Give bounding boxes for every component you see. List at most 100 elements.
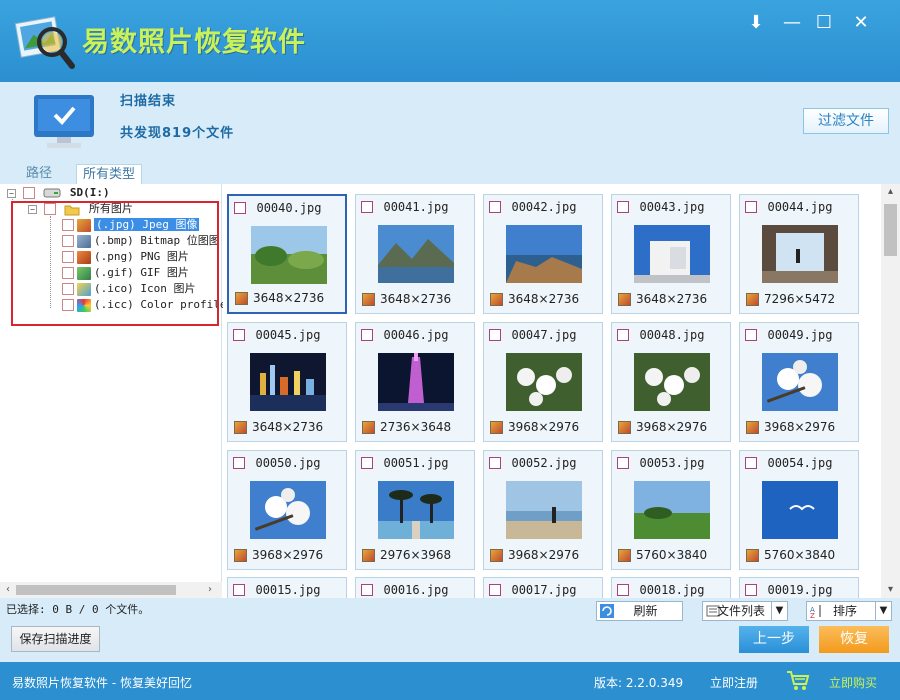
thumbnail-card[interactable]: 00050.jpg 3968×2976 [227,450,347,570]
photo-thumbnail [762,481,838,539]
thumbnail-card[interactable]: 00046.jpg 2736×3648 [355,322,475,442]
scroll-up-icon[interactable]: ▴ [881,184,900,200]
scroll-right-icon[interactable]: › [202,582,218,598]
cart-icon[interactable] [786,670,810,692]
file-name: 00053.jpg [639,456,705,470]
thumbnail-card[interactable]: 00019.jpg [739,577,859,598]
jpeg-icon [746,549,759,562]
photo-thumbnail [634,353,710,411]
chevron-down-icon[interactable]: ▼ [875,602,891,620]
grid-vertical-scrollbar[interactable]: ▴ ▾ [881,184,900,598]
thumbnail-card[interactable]: 00042.jpg 3648×2736 [483,194,603,314]
image-dimensions: 5760×3840 [764,548,836,562]
save-scan-progress-button[interactable]: 保存扫描进度 [11,626,100,652]
file-name: 00052.jpg [511,456,577,470]
view-mode-select[interactable]: 文件列表 ▼ [702,601,788,621]
recover-button[interactable]: 恢复 [819,626,889,653]
buy-now-link[interactable]: 立即购买 [829,674,877,691]
scroll-left-icon[interactable]: ‹ [0,582,16,598]
thumbnail-card[interactable]: 00053.jpg 5760×3840 [611,450,731,570]
app-logo-icon [14,16,75,69]
selection-info: 已选择: 0 B / 0 个文件。 [6,603,150,616]
tab-path[interactable]: 路径 [20,164,58,184]
thumbnail-grid: 00040.jpg 3648×2736 00041.jpg 3648×2736 0004… [223,184,881,598]
scroll-thumb[interactable] [16,585,176,595]
thumbnail-card[interactable]: 00018.jpg [611,577,731,598]
file-name: 00018.jpg [639,583,705,597]
footer-bar: 易数照片恢复软件 - 恢复美好回忆 版本: 2.2.0.349 立即注册 立即购… [0,662,900,700]
file-name: 00016.jpg [383,583,449,597]
thumbnail-card[interactable]: 00048.jpg 3968×2976 [611,322,731,442]
thumbnail-card[interactable]: 00040.jpg 3648×2736 [227,194,347,314]
photo-thumbnail [506,225,582,283]
file-name: 00045.jpg [255,328,321,342]
jpeg-icon [618,293,631,306]
tab-all-types[interactable]: 所有类型 [76,164,143,184]
sort-select[interactable]: AZ 排序 ▼ [806,601,892,621]
maximize-icon[interactable]: ☐ [813,12,835,34]
jpeg-icon [490,421,503,434]
previous-step-button[interactable]: 上一步 [739,626,809,653]
tree-horizontal-scrollbar[interactable]: ‹ › [0,582,222,598]
jpeg-icon [235,292,248,305]
image-dimensions: 2736×3648 [380,420,452,434]
scroll-thumb[interactable] [884,204,897,256]
file-name: 00019.jpg [767,583,833,597]
jpeg-icon [490,293,503,306]
collapse-icon[interactable]: − [7,188,16,198]
version-label: 版本: 2.2.0.349 [594,676,684,690]
thumbnail-card[interactable]: 00016.jpg [355,577,475,598]
drive-icon [43,188,61,198]
thumbnail-card[interactable]: 00047.jpg 3968×2976 [483,322,603,442]
minimize-icon[interactable]: — [781,12,803,34]
file-name: 00046.jpg [383,328,449,342]
file-name: 00051.jpg [383,456,449,470]
image-dimensions: 3968×2976 [636,420,708,434]
scroll-down-icon[interactable]: ▾ [881,582,900,598]
jpeg-icon [362,293,375,306]
thumbnail-card[interactable]: 00043.jpg 3648×2736 [611,194,731,314]
photo-thumbnail [506,481,582,539]
minimize-to-tray-icon[interactable]: ⬇ [745,12,767,34]
thumbnail-card[interactable]: 00052.jpg 3968×2976 [483,450,603,570]
file-name: 00049.jpg [767,328,833,342]
scan-summary: 共发现819个文件 [120,126,235,141]
file-name: 00017.jpg [511,583,577,597]
jpeg-icon [618,421,631,434]
chevron-down-icon[interactable]: ▼ [771,602,787,620]
image-dimensions: 7296×5472 [764,292,836,306]
file-name: 00015.jpg [255,583,321,597]
image-dimensions: 3968×2976 [764,420,836,434]
status-panel: 扫描结束 共发现819个文件 过滤文件 [0,82,900,156]
thumbnail-card[interactable]: 00041.jpg 3648×2736 [355,194,475,314]
register-link[interactable]: 立即注册 [710,674,758,691]
file-name: 00041.jpg [383,200,449,214]
jpeg-icon [362,421,375,434]
image-dimensions: 2976×3968 [380,548,452,562]
thumbnail-card[interactable]: 00049.jpg 3968×2976 [739,322,859,442]
thumbnail-card[interactable]: 00054.jpg 5760×3840 [739,450,859,570]
thumbnail-card[interactable]: 00017.jpg [483,577,603,598]
refresh-label: 刷新 [633,604,658,618]
jpeg-icon [618,549,631,562]
file-name: 00047.jpg [511,328,577,342]
photo-thumbnail [506,353,582,411]
thumbnail-card[interactable]: 00051.jpg 2976×3968 [355,450,475,570]
file-name: 00040.jpg [256,201,322,215]
tree-drive-row[interactable]: − SD(I:) [7,185,110,201]
drive-checkbox[interactable] [22,187,35,199]
photo-thumbnail [762,225,838,283]
thumbnail-card[interactable]: 00015.jpg [227,577,347,598]
image-dimensions: 5760×3840 [636,548,708,562]
image-dimensions: 3648×2736 [508,292,580,306]
image-dimensions: 3968×2976 [508,420,580,434]
refresh-button[interactable]: 刷新 [596,601,683,621]
photo-thumbnail [251,226,327,284]
tab-strip: 路径 所有类型 [0,156,900,184]
thumbnail-card[interactable]: 00044.jpg 7296×5472 [739,194,859,314]
image-dimensions: 3968×2976 [508,548,580,562]
thumbnail-card[interactable]: 00045.jpg 3648×2736 [227,322,347,442]
file-name: 00042.jpg [511,200,577,214]
filter-files-button[interactable]: 过滤文件 [803,108,889,134]
close-icon[interactable]: ✕ [850,12,872,34]
